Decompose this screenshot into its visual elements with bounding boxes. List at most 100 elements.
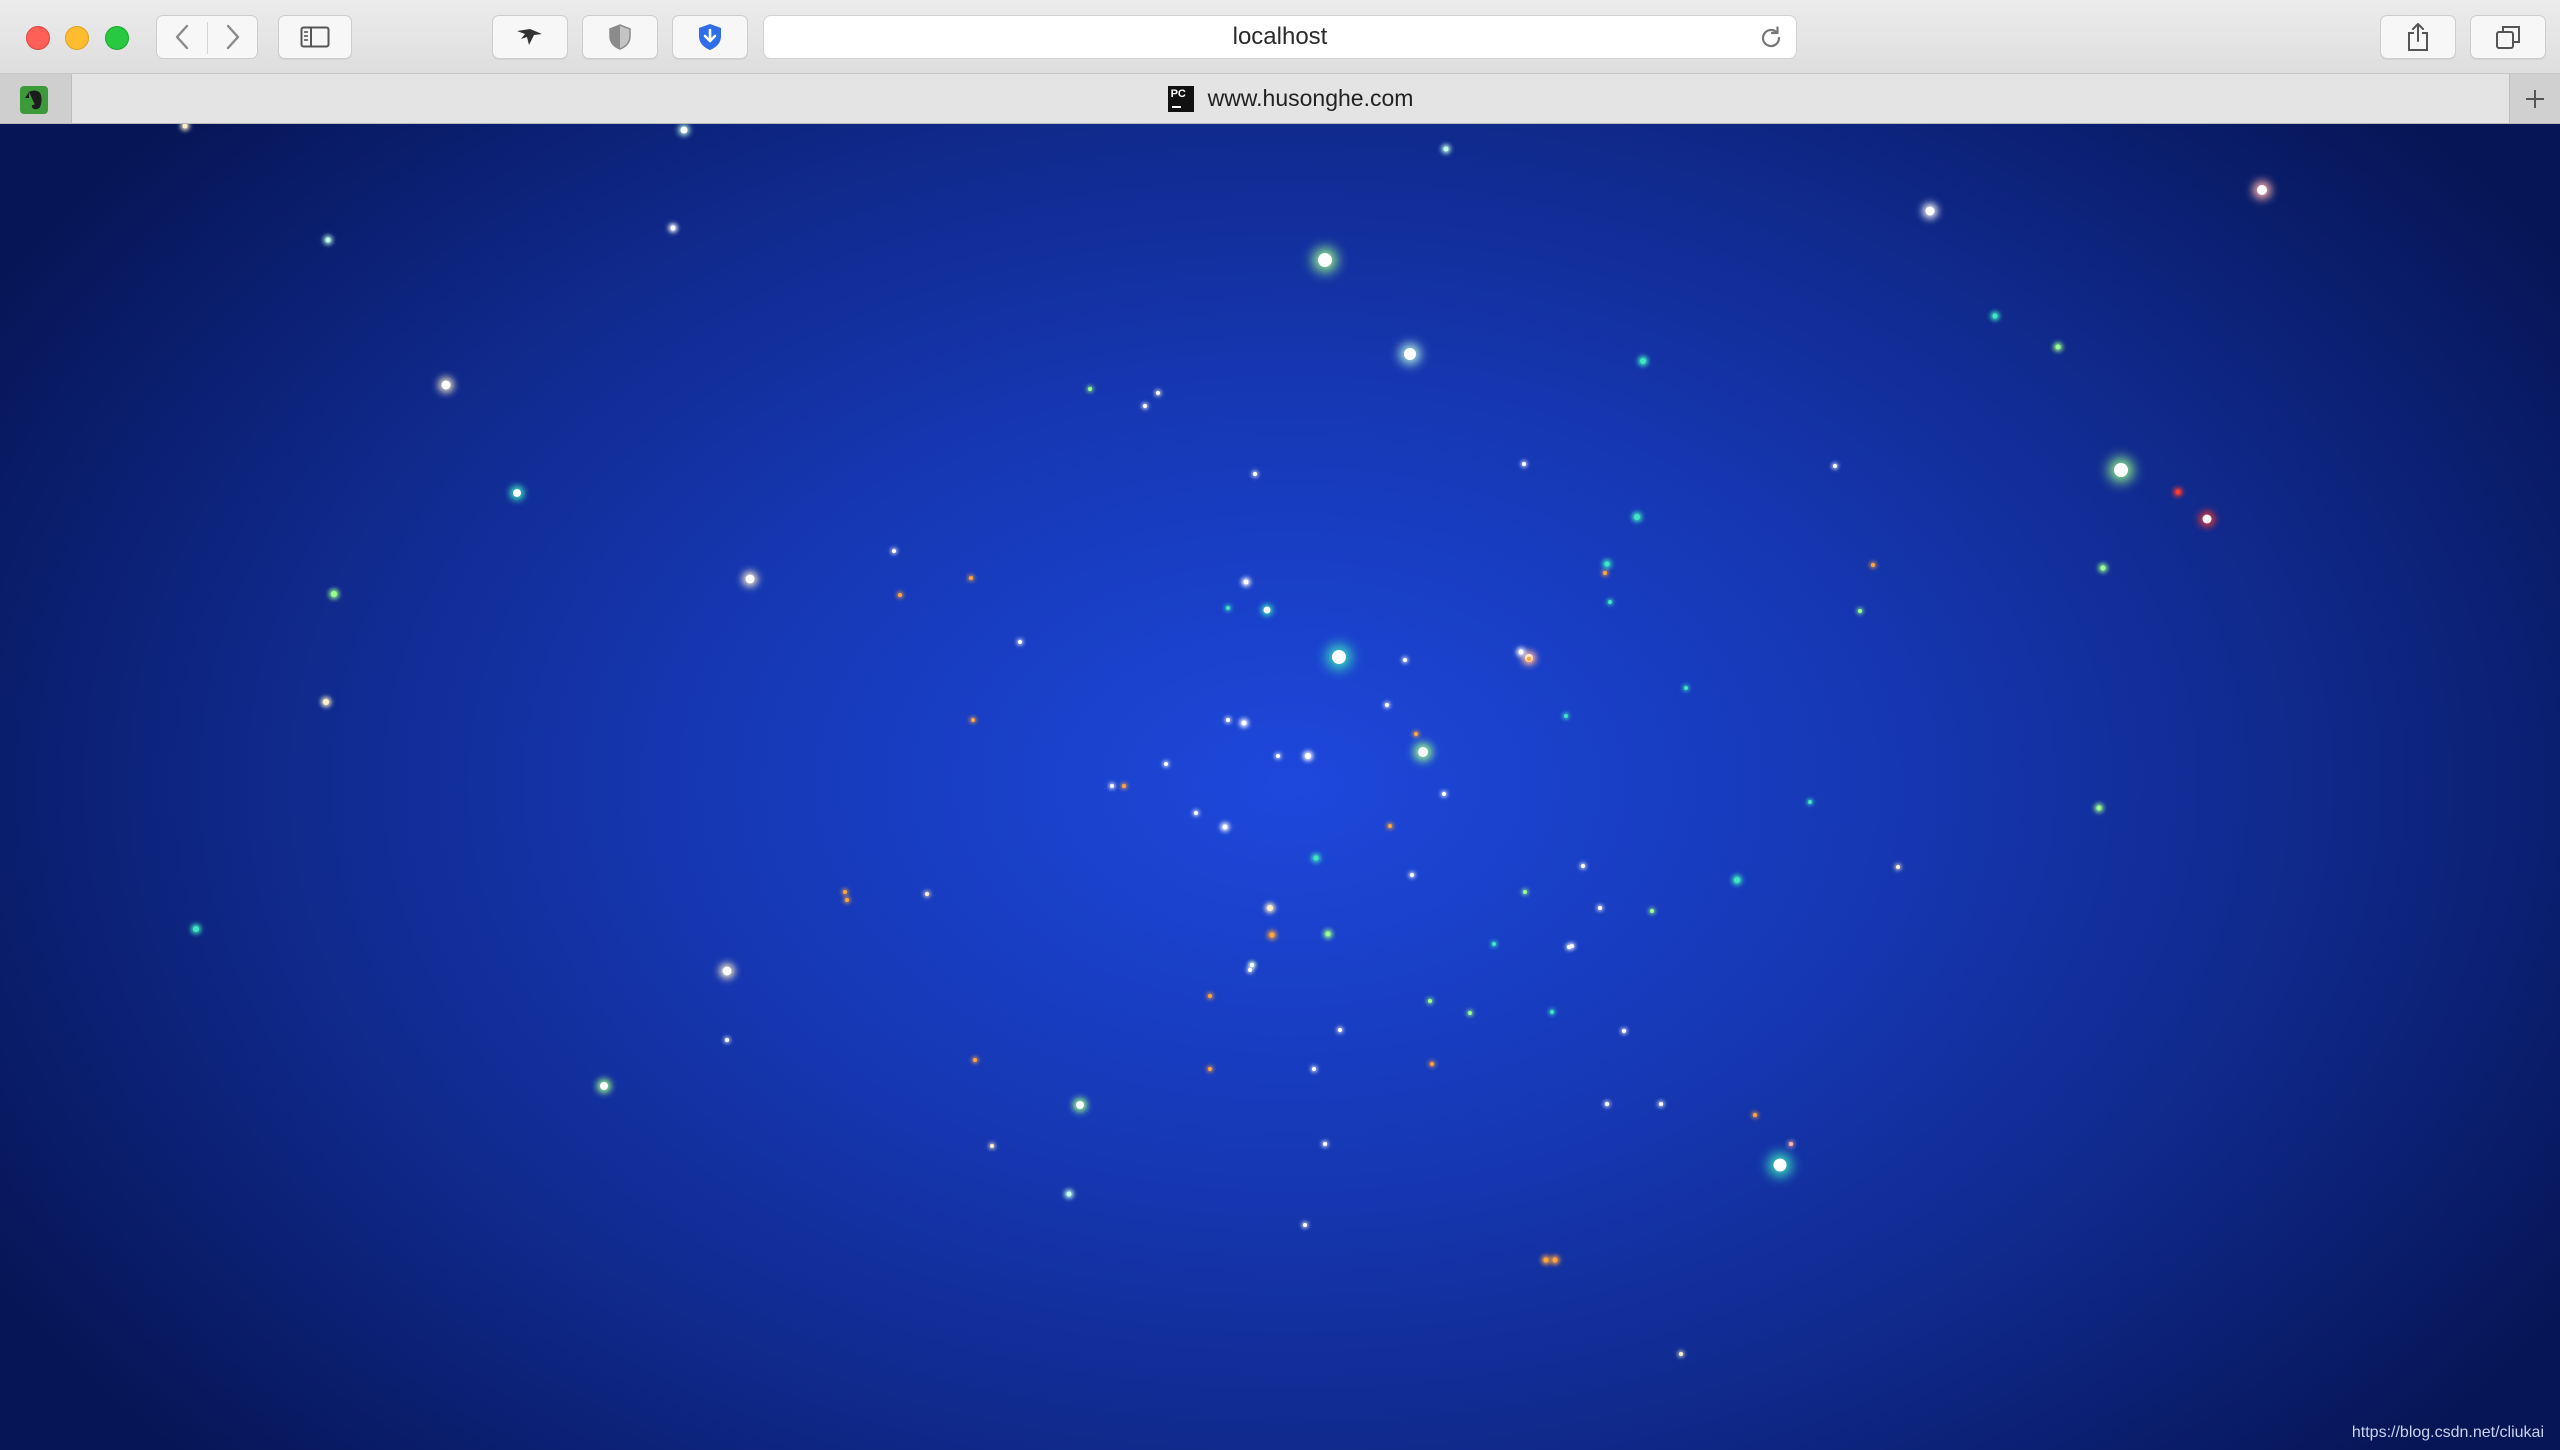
share-icon — [2408, 23, 2428, 51]
star-particle — [1208, 994, 1212, 998]
star-particle — [1305, 753, 1311, 759]
star-particle — [1430, 1062, 1434, 1066]
star-particle — [1276, 754, 1280, 758]
star-particle — [990, 1144, 994, 1148]
star-particle — [1222, 824, 1228, 830]
tab-title: www.husonghe.com — [1207, 85, 1414, 111]
star-particle — [1388, 824, 1392, 828]
star-particle — [2175, 489, 2181, 495]
star-particle — [1550, 1010, 1554, 1014]
star-particle — [2114, 463, 2128, 477]
star-particle — [1088, 387, 1092, 391]
close-window-button[interactable] — [26, 26, 50, 50]
new-tab-button[interactable] — [2509, 74, 2560, 123]
star-particle — [1442, 792, 1446, 796]
star-particle — [1208, 1067, 1212, 1071]
star-particle — [1156, 391, 1160, 395]
share-button[interactable] — [2380, 15, 2456, 59]
star-particle — [1468, 1011, 1472, 1015]
star-particle — [1679, 1352, 1683, 1356]
star-particle — [600, 1082, 608, 1090]
star-particle — [1833, 464, 1837, 468]
reload-icon[interactable] — [1758, 25, 1784, 51]
star-particle — [1634, 514, 1640, 520]
star-particle — [1164, 762, 1168, 766]
pinned-tab-evernote[interactable] — [0, 74, 72, 123]
back-button[interactable] — [157, 16, 207, 58]
star-particle — [969, 576, 973, 580]
star-particle — [1110, 784, 1114, 788]
forward-icon — [226, 24, 240, 50]
tabs-overview-button[interactable] — [2470, 15, 2546, 59]
star-particle — [1250, 963, 1254, 967]
star-particle — [1410, 873, 1414, 877]
star-particle — [1570, 944, 1574, 948]
star-particle — [1659, 1102, 1663, 1106]
starfield-canvas: https://blog.csdn.net/cliukai — [0, 124, 2560, 1450]
maximize-window-button[interactable] — [105, 26, 129, 50]
star-particle — [1622, 1029, 1626, 1033]
star-particle — [1303, 1223, 1307, 1227]
star-particle — [2257, 185, 2267, 195]
star-particle — [1066, 1191, 1072, 1197]
plus-icon — [2526, 89, 2544, 108]
star-particle — [2202, 514, 2212, 524]
star-particle — [845, 898, 849, 902]
navigation-buttons — [156, 15, 258, 59]
star-particle — [1018, 640, 1022, 644]
tab-husonghe[interactable]: PC www.husonghe.com — [72, 74, 2509, 123]
star-particle — [843, 890, 847, 894]
star-particle — [1684, 686, 1688, 690]
star-particle — [1404, 348, 1416, 360]
star-particle — [1896, 865, 1900, 869]
star-particle — [1253, 472, 1257, 476]
star-particle — [1267, 905, 1273, 911]
star-particle — [1598, 906, 1602, 910]
star-particle — [1428, 999, 1432, 1003]
browser-toolbar: localhost — [0, 0, 2560, 74]
star-particle — [1789, 1142, 1793, 1146]
star-particle — [1604, 561, 1610, 567]
star-particle — [1414, 732, 1418, 736]
star-particle — [892, 549, 896, 553]
star-particle — [722, 966, 732, 976]
star-particle — [1226, 718, 1230, 722]
star-particle — [1325, 931, 1331, 937]
extension-shield-button[interactable] — [582, 15, 658, 59]
star-particle — [1522, 462, 1526, 466]
star-particle — [971, 718, 975, 722]
star-particle — [1385, 703, 1389, 707]
star-particle — [1543, 1257, 1549, 1263]
extension-download-button[interactable] — [672, 15, 748, 59]
extension-bird-button[interactable] — [492, 15, 568, 59]
star-particle — [1603, 571, 1607, 575]
star-particle — [1581, 864, 1585, 868]
minimize-window-button[interactable] — [65, 26, 89, 50]
star-particle — [1527, 657, 1531, 661]
star-particle — [1552, 1257, 1558, 1263]
forward-button[interactable] — [208, 16, 258, 58]
star-particle — [1269, 932, 1275, 938]
star-particle — [1418, 747, 1428, 757]
star-particle — [1492, 942, 1496, 946]
star-particle — [725, 1038, 729, 1042]
star-particle — [182, 124, 188, 129]
sidebar-button[interactable] — [278, 15, 352, 59]
star-particle — [1605, 1102, 1609, 1106]
address-bar[interactable]: localhost — [763, 15, 1797, 59]
star-particle — [1241, 720, 1247, 726]
sidebar-icon — [300, 26, 330, 48]
download-shield-icon — [699, 24, 721, 50]
star-particle — [1403, 658, 1407, 662]
shield-icon — [609, 24, 631, 50]
star-particle — [1871, 563, 1875, 567]
star-particle — [325, 237, 331, 243]
star-particle — [1076, 1101, 1084, 1109]
star-particle — [1640, 358, 1646, 364]
star-particle — [925, 892, 929, 896]
star-particle — [331, 591, 337, 597]
star-particle — [1564, 714, 1568, 718]
star-particle — [1263, 606, 1271, 614]
star-particle — [1443, 146, 1449, 152]
tab-bar: PC www.husonghe.com — [0, 74, 2560, 124]
